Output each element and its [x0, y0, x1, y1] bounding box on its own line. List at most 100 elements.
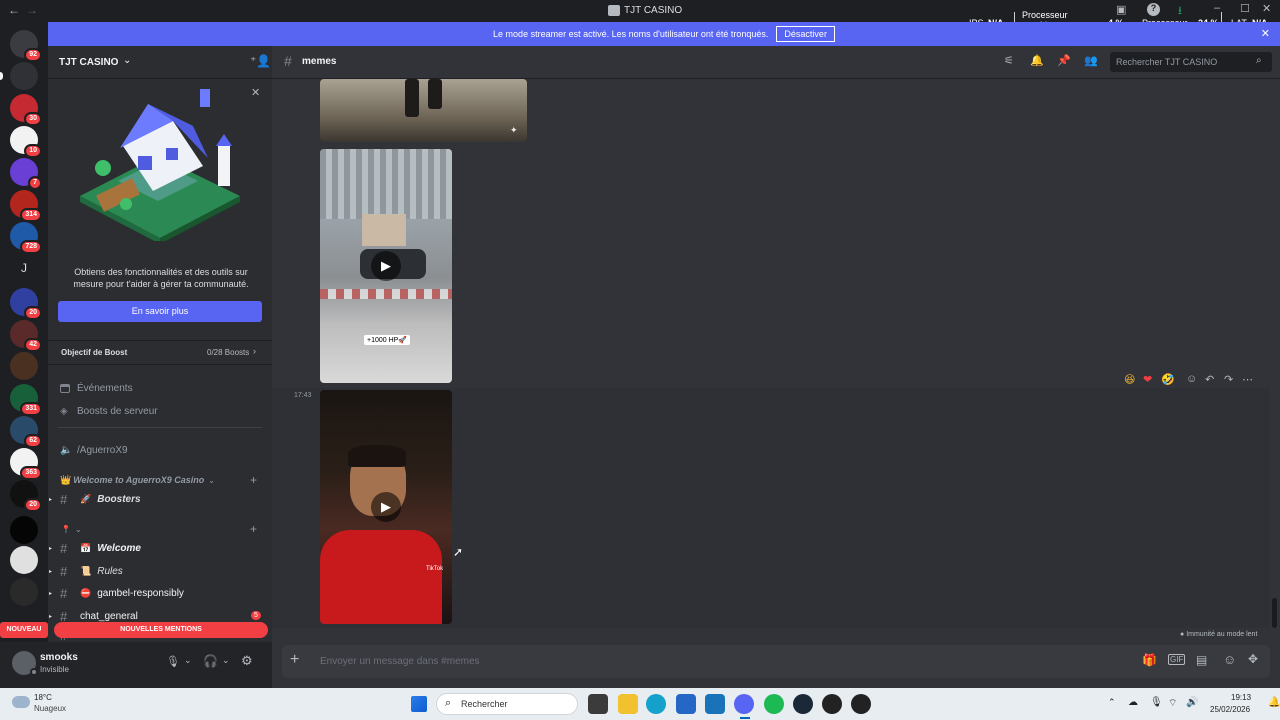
bell-icon[interactable]: 🔔 [1030, 54, 1044, 67]
server-icon-8[interactable]: J [10, 254, 38, 282]
network-icon[interactable]: ☁ [1128, 697, 1138, 708]
channel-rules[interactable]: ▸ # 📜 Rules [48, 561, 272, 581]
voice-channel-label: /AguerroX9 [77, 444, 128, 456]
server-icon-9[interactable]: 20 [10, 288, 42, 320]
file-explorer-icon[interactable] [618, 694, 638, 714]
apps-icon[interactable]: ✥ [1248, 652, 1258, 666]
add-channel-icon[interactable]: + [250, 522, 257, 536]
task-view-icon[interactable] [588, 694, 608, 714]
server-icon-15[interactable]: 20 [10, 480, 42, 512]
chevron-down-icon[interactable]: ⌄ [222, 655, 230, 666]
member-list-icon[interactable]: 👥 [1084, 54, 1098, 67]
channel-gambel-responsibly[interactable]: ▸ # ⛔ gambel-responsibly [48, 583, 272, 603]
server-icon-16[interactable] [10, 516, 38, 544]
channel-welcome[interactable]: ▸ # 📅 Welcome [48, 538, 272, 558]
forward-icon[interactable]: ↷ [1224, 373, 1233, 386]
wifi-icon[interactable]: ⌔ [1168, 697, 1177, 710]
outlook-icon[interactable] [705, 694, 725, 714]
server-icon-17[interactable] [10, 546, 38, 574]
sticker-icon[interactable]: ▤ [1196, 653, 1207, 667]
new-mentions-pill[interactable]: NOUVELLES MENTIONS [54, 622, 268, 638]
server-icon-4[interactable]: 10 [10, 126, 42, 158]
edge-icon[interactable] [646, 694, 666, 714]
server-icon-7[interactable]: 728 [10, 222, 42, 254]
server-header[interactable]: TJT CASINO ⌄ ⁺👤 [48, 46, 272, 79]
gift-icon[interactable]: 🎁 [1142, 653, 1157, 667]
search-icon: ⌕ [1256, 55, 1262, 66]
spotify-icon[interactable] [764, 694, 784, 714]
disable-streamer-button[interactable]: Désactiver [776, 26, 835, 42]
server-icon-10[interactable]: 42 [10, 320, 42, 352]
message-composer[interactable]: + Envoyer un message dans #memes 🎁 GIF ▤… [282, 645, 1270, 678]
pin-icon[interactable]: 📌 [1057, 54, 1071, 67]
gear-icon[interactable]: ⚙ [241, 653, 253, 669]
store-icon[interactable] [676, 694, 696, 714]
play-button[interactable]: ▶ [371, 251, 401, 281]
chevron-down-icon: ⌄ [208, 475, 215, 485]
unread-badge: 7 [28, 176, 42, 190]
g-hub-icon[interactable] [822, 694, 842, 714]
tiktok-watermark: TikTok [426, 566, 444, 572]
scrollbar-thumb[interactable] [1272, 598, 1277, 628]
boost-goal-bar[interactable]: Objectif de Boost 0/28 Boosts › [48, 340, 272, 365]
video-attachment-car[interactable]: +1000 HP🚀 ▶ [320, 149, 452, 383]
server-icon-3[interactable]: 30 [10, 94, 42, 126]
server-icon-12[interactable]: 331 [10, 384, 42, 416]
server-icon-18[interactable] [10, 578, 38, 606]
category-unnamed[interactable]: 📍 ⌄ + [48, 519, 272, 539]
add-attachment-icon[interactable]: + [290, 651, 299, 669]
new-mentions-bar[interactable]: NOUVEAU NOUVELLES MENTIONS [0, 622, 268, 638]
close-promo-icon[interactable]: ✕ [251, 86, 260, 99]
back-arrow-icon[interactable]: ← [8, 3, 20, 17]
rofl-reaction-icon[interactable]: 🤣 [1161, 373, 1175, 386]
server-icon-1[interactable]: 92 [10, 30, 42, 62]
gif-icon[interactable]: GIF [1168, 654, 1186, 665]
heart-reaction-icon[interactable]: ❤ [1143, 373, 1152, 386]
sign-image [362, 214, 406, 246]
reply-icon[interactable]: ↶ [1205, 373, 1214, 386]
steam-icon[interactable] [793, 694, 813, 714]
image-attachment[interactable]: ✦ [320, 79, 527, 142]
channel-gambel-label: gambel-responsibly [97, 587, 184, 599]
taskbar-search[interactable]: ⌕ Rechercher [436, 693, 578, 715]
volume-icon[interactable]: 🔊 [1186, 697, 1198, 708]
unread-badge: 363 [20, 466, 42, 480]
voice-channel-item[interactable]: 🔈 /AguerroX9 [48, 440, 272, 460]
learn-more-button[interactable]: En savoir plus [58, 301, 262, 322]
notification-bell-icon[interactable]: 🔔 [1268, 697, 1280, 708]
video-attachment-tiktok[interactable]: TikTok ▶ [320, 390, 452, 624]
channel-boosters[interactable]: ▸ # 🚀 Boosters [48, 489, 272, 509]
emoji-icon[interactable]: ☺ [1223, 652, 1236, 667]
more-options-icon[interactable]: ⋯ [1242, 373, 1253, 386]
laughing-reaction-icon[interactable]: 😆 [1124, 373, 1135, 386]
add-reaction-icon[interactable]: ☺ [1186, 373, 1197, 385]
add-member-icon[interactable]: ⁺👤 [250, 54, 271, 68]
search-input[interactable]: Rechercher TJT CASINO ⌕ [1110, 52, 1272, 72]
message-timestamp: 17:43 [294, 392, 312, 399]
server-icon-14[interactable]: 363 [10, 448, 42, 480]
unread-badge: 331 [20, 402, 42, 416]
threads-icon[interactable]: ⚟ [1004, 54, 1014, 67]
microphone-icon[interactable]: 🎙 [166, 655, 180, 668]
server-icon-13[interactable]: 62 [10, 416, 42, 448]
headphones-icon[interactable]: 🎧 [203, 654, 218, 668]
server-icon-5[interactable]: 7 [10, 158, 42, 190]
app-icon[interactable] [851, 694, 871, 714]
active-app-indicator [740, 717, 750, 719]
server-icon-2[interactable] [10, 62, 38, 90]
category-welcome[interactable]: 👑 Welcome to AguerroX9 Casino ⌄ + [48, 470, 272, 490]
server-icon-11[interactable] [10, 352, 38, 380]
chevron-down-icon[interactable]: ⌄ [184, 655, 192, 666]
add-channel-icon[interactable]: + [250, 473, 257, 487]
chevron-up-icon[interactable]: ⌃ [1108, 697, 1116, 708]
unread-badge: 20 [24, 306, 42, 320]
server-icon-6[interactable]: 314 [10, 190, 42, 222]
microphone-icon[interactable]: 🎙 [1150, 697, 1163, 708]
forward-arrow-icon[interactable]: → [26, 3, 38, 17]
windows-start-icon[interactable] [411, 696, 427, 712]
close-banner-icon[interactable]: ✕ [1261, 27, 1270, 40]
server-boosts-item[interactable]: ◈ Boosts de serveur [48, 401, 272, 421]
discord-taskbar-icon[interactable] [734, 694, 754, 714]
play-button[interactable]: ▶ [371, 492, 401, 522]
events-item[interactable]: Événements [48, 378, 272, 398]
